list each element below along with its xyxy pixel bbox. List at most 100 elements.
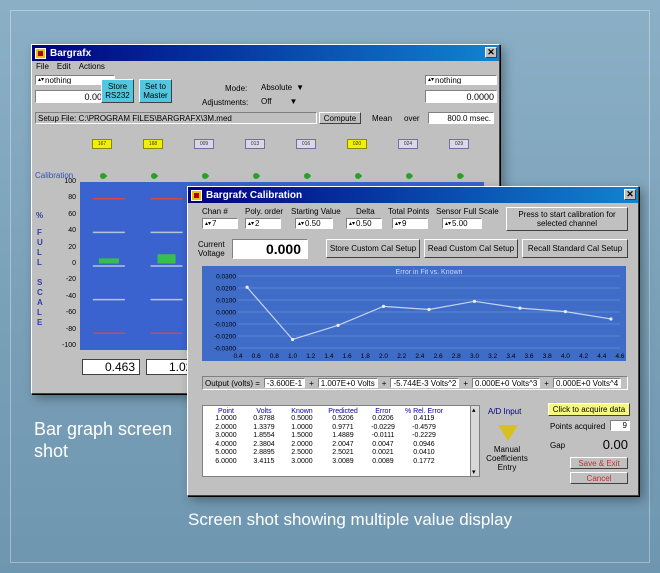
close-icon[interactable]: ✕ (624, 189, 636, 200)
calibration-titlebar[interactable]: Bargrafx Calibration ✕ (188, 187, 638, 203)
acquire-data-button[interactable]: Click to acquire data (548, 403, 630, 416)
channel-box[interactable]: 024 (398, 139, 418, 149)
channel-box[interactable]: 167 (92, 139, 112, 149)
chan-input[interactable]: 7 (202, 218, 238, 229)
data-point (336, 323, 340, 327)
coef-0-field[interactable]: -3.600E-1 (263, 378, 306, 388)
plus-sign: + (381, 378, 387, 388)
table-cell: 1.5000 (291, 432, 313, 439)
store-custom-setup-button[interactable]: Store Custom Cal Setup (326, 239, 420, 258)
set-to-master-button[interactable]: Set to Master (139, 79, 172, 103)
y-tick-label: 0 (72, 260, 76, 267)
table-row[interactable]: 2.0000 1.3379 1.0000 0.9771 -0.0229 -0.4579 (203, 424, 479, 433)
starting-value-input[interactable]: 0.50 (295, 218, 333, 229)
menu-edit[interactable]: Edit (57, 62, 71, 71)
x-tick-label: 4.6 (615, 353, 624, 360)
table-cell: 2.3804 (253, 440, 275, 448)
mode-label: Mode: (225, 84, 248, 93)
table-cell: 3.4115 (253, 457, 275, 465)
table-row[interactable]: 6.0000 3.4115 3.0000 3.0089 0.0089 0.1772 (203, 458, 479, 467)
chan-label: Chan # (202, 207, 228, 216)
adjustments-select[interactable]: Off ▼ (258, 96, 316, 107)
close-icon[interactable]: ✕ (485, 47, 497, 58)
check-icon (200, 171, 210, 181)
table-cell: 0.0410 (413, 449, 435, 456)
compute-button[interactable]: Compute (319, 112, 361, 124)
scale-letter: A (37, 298, 43, 307)
coef-4-field[interactable]: 0.000E+0 Volts^4 (552, 378, 622, 388)
start-calibration-button[interactable]: Press to start calibration for selected … (506, 207, 628, 231)
data-point (472, 299, 477, 303)
data-point (245, 285, 249, 289)
y-tick-label: 0.0100 (216, 298, 236, 305)
coef-2-field[interactable]: -5.744E-3 Volts^2 (390, 378, 460, 388)
table-cell: 2.5000 (291, 449, 313, 456)
channel-box[interactable]: 009 (194, 139, 214, 149)
table-row[interactable]: 5.0000 2.8895 2.5000 2.5021 0.0021 0.0410 (203, 449, 479, 458)
mode-select[interactable]: Absolute ▼ (258, 82, 316, 93)
y-tick-label: 40 (68, 227, 76, 235)
table-cell: 3.0000 (291, 457, 313, 465)
starting-value-value: 0.50 (305, 219, 321, 228)
coef-1-field[interactable]: 1.007E+0 Volts (317, 378, 378, 388)
coef-3-field[interactable]: 0.000E+0 Volts^3 (472, 378, 541, 388)
x-tick-label: 2.6 (434, 353, 443, 360)
table-cell: 0.9771 (332, 423, 354, 431)
x-tick-label: 1.8 (361, 353, 370, 360)
bargrafx-titlebar[interactable]: Bargrafx ✕ (32, 45, 499, 61)
gap-value: 0.00 (568, 436, 630, 452)
scale-letter: U (37, 238, 43, 247)
channel-box[interactable]: 029 (449, 139, 469, 149)
window-title: Bargrafx (50, 47, 92, 59)
table-cell: 0.0946 (413, 440, 435, 448)
menu-file[interactable]: File (36, 62, 49, 71)
ad-input-label[interactable]: A/D Input (488, 407, 521, 416)
x-tick-label: 2.4 (415, 353, 424, 360)
x-tick-label: 3.2 (488, 353, 497, 360)
current-voltage-label: Current Voltage (198, 240, 225, 258)
table-row[interactable]: 4.0000 2.3804 2.0000 2.0047 0.0047 0.0946 (203, 441, 479, 450)
menu-actions[interactable]: Actions (79, 62, 105, 71)
save-exit-button[interactable]: Save & Exit (570, 457, 628, 469)
delta-input[interactable]: 0.50 (346, 218, 382, 229)
x-tick-label: 4.2 (579, 353, 588, 360)
data-point (518, 306, 522, 310)
msec-field[interactable]: 800.0 msec. (428, 112, 494, 124)
manual-entry-label[interactable]: Manual Coefficients Entry (484, 445, 530, 472)
table-cell: 3.0089 (332, 457, 354, 465)
table-cell: 1.0000 (291, 423, 313, 431)
full-scale-value: 5.00 (452, 219, 468, 228)
calibration-table: Point Volts Known Predicted Error % Rel.… (202, 405, 480, 477)
channel-box[interactable]: 168 (143, 139, 163, 149)
plus-sign: + (309, 378, 314, 388)
x-tick-label: 3.6 (525, 353, 534, 360)
table-scrollbar[interactable] (470, 406, 479, 476)
table-cell: 1.3379 (253, 423, 275, 431)
channel-box[interactable]: 013 (245, 139, 265, 149)
full-scale-input[interactable]: 5.00 (442, 218, 482, 229)
channel-box[interactable]: 020 (347, 139, 367, 149)
gap-label: Gap (550, 441, 566, 450)
cancel-button[interactable]: Cancel (570, 472, 628, 484)
table-cell: 0.5000 (291, 415, 313, 422)
x-tick-label: 1.4 (324, 353, 333, 360)
y-tick-label: 0.0000 (216, 310, 236, 317)
points-acquired-label: Points acquired (550, 422, 606, 431)
right-channel-select[interactable]: nothing (425, 75, 497, 85)
delta-label: Delta (356, 207, 375, 216)
store-rs232-button[interactable]: Store RS232 (101, 79, 134, 103)
funnel-icon[interactable] (498, 425, 518, 441)
table-body: 1.0000 0.8788 0.5000 0.5206 0.0206 0.4119 2.00… (203, 415, 479, 466)
recall-standard-setup-button[interactable]: Recall Standard Cal Setup (522, 239, 628, 258)
poly-order-input[interactable]: 2 (245, 218, 281, 229)
channel-box[interactable]: 016 (296, 139, 316, 149)
table-cell: 0.1772 (413, 457, 435, 465)
x-tick-label: 1.6 (343, 353, 352, 360)
table-row[interactable]: 1.0000 0.8788 0.5000 0.5206 0.0206 0.4119 (203, 415, 479, 424)
y-tick-label: -20 (65, 276, 76, 284)
read-custom-setup-button[interactable]: Read Custom Cal Setup (424, 239, 518, 258)
x-tick-label: 4.4 (597, 353, 606, 360)
chart-title: Error in Fit vs. Known (396, 269, 463, 276)
total-points-input[interactable]: 9 (392, 218, 428, 229)
table-row[interactable]: 3.0000 1.8554 1.5000 1.4889 -0.0111 -0.2229 (203, 432, 479, 441)
